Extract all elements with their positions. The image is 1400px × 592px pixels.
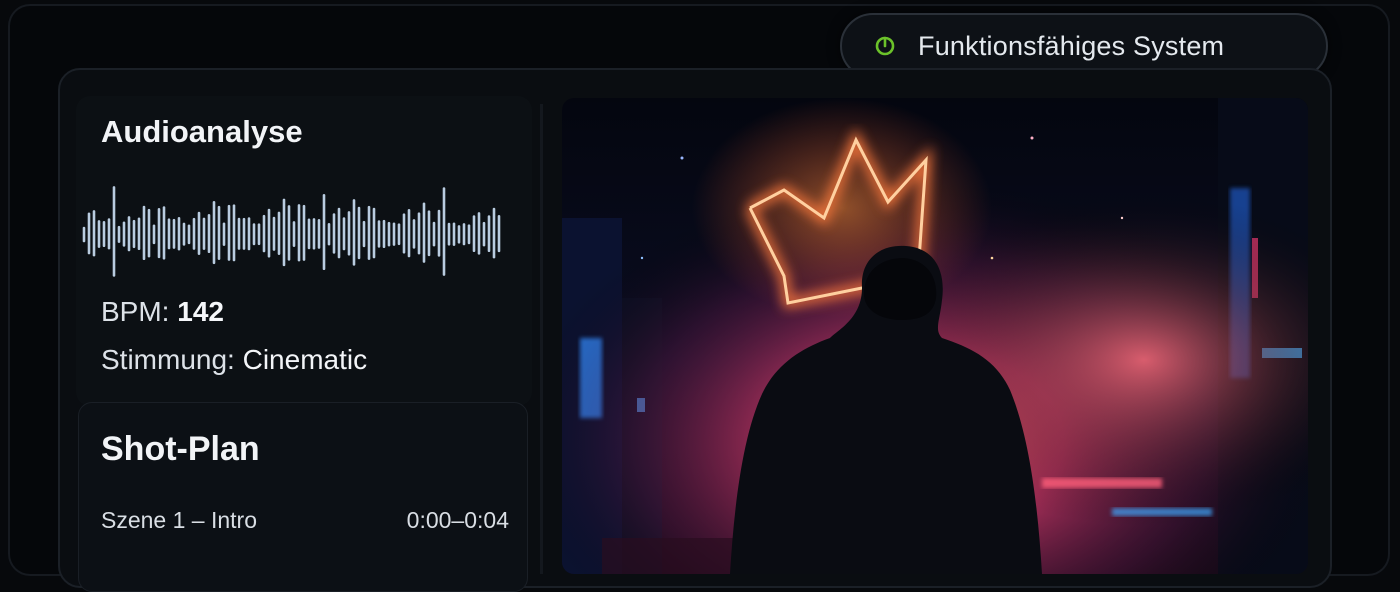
system-status-label: Funktionsfähiges System bbox=[918, 30, 1225, 61]
artwork-image bbox=[562, 98, 1308, 574]
audio-analysis-title: Audioanalyse bbox=[101, 114, 303, 149]
mood-label: Stimmung: bbox=[101, 344, 235, 375]
bpm-value: 142 bbox=[177, 296, 224, 327]
column-divider bbox=[540, 104, 543, 574]
scene-time: 0:00–0:04 bbox=[406, 507, 509, 533]
scene-row[interactable]: Szene 1 – Intro 0:00–0:04 bbox=[101, 507, 509, 534]
power-icon bbox=[874, 35, 896, 57]
audio-waveform bbox=[82, 186, 501, 277]
bpm-label: BPM: bbox=[101, 296, 170, 327]
mood-value: Cinematic bbox=[242, 344, 368, 375]
artwork-preview[interactable] bbox=[562, 98, 1308, 574]
shot-plan-title: Shot-Plan bbox=[101, 430, 260, 468]
scene-name: Szene 1 – Intro bbox=[101, 507, 257, 533]
bpm-readout: BPM: 142 bbox=[101, 296, 224, 328]
mood-readout: Stimmung: Cinematic bbox=[101, 344, 367, 376]
